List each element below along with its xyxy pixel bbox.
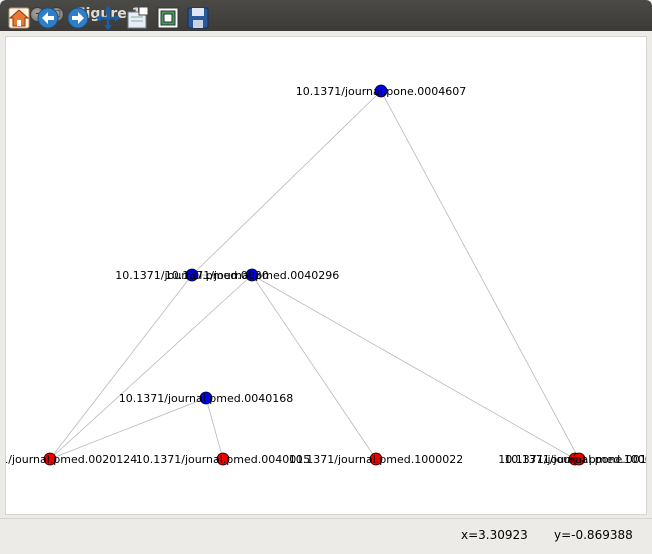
pan-button[interactable] xyxy=(95,5,121,31)
y-coordinate-readout: y=-0.869388 xyxy=(554,528,633,542)
back-arrow-icon xyxy=(37,7,59,29)
save-button[interactable] xyxy=(185,5,211,31)
home-button[interactable] xyxy=(6,5,32,31)
graph-edge xyxy=(49,274,253,460)
back-button[interactable] xyxy=(35,5,61,31)
zoom-button[interactable] xyxy=(125,5,151,31)
save-icon xyxy=(187,7,209,29)
node-label: 10.1371/journal.pmed.1000022 xyxy=(289,453,463,466)
node-label: 10.1371/journal.pone.0004607 xyxy=(296,85,466,98)
node-label: 10.1371/journal.pone.0010 xyxy=(504,453,646,466)
graph-edge xyxy=(380,90,580,460)
subplots-button[interactable] xyxy=(155,5,181,31)
graph-edge xyxy=(205,397,224,460)
node-label: 10.1371/journal.pmed.0040015 xyxy=(136,453,310,466)
graph-edge xyxy=(191,90,382,276)
graph-edge xyxy=(251,274,576,460)
x-coordinate-readout: x=3.30923 xyxy=(461,528,528,542)
network-graph: 10.1371/journal.pone.0004607 10.1371/jour… xyxy=(6,84,646,466)
plot-area[interactable]: 10.1371/journal.pone.0004607 10.1371/jour… xyxy=(5,36,647,515)
graph-edge xyxy=(251,274,377,460)
zoom-rect-icon xyxy=(127,6,149,29)
forward-button[interactable] xyxy=(65,5,91,31)
node-label: 10.1371/journal.pmed.0040296 xyxy=(165,269,339,282)
pan-icon xyxy=(96,6,120,30)
forward-arrow-icon xyxy=(67,7,89,29)
node-label: 10.1371/journal.pmed.0040168 xyxy=(119,392,293,405)
node-label: 10.1371/journal.pmed.0020124 xyxy=(6,453,137,466)
subplots-icon xyxy=(157,7,179,29)
home-icon xyxy=(8,7,30,29)
